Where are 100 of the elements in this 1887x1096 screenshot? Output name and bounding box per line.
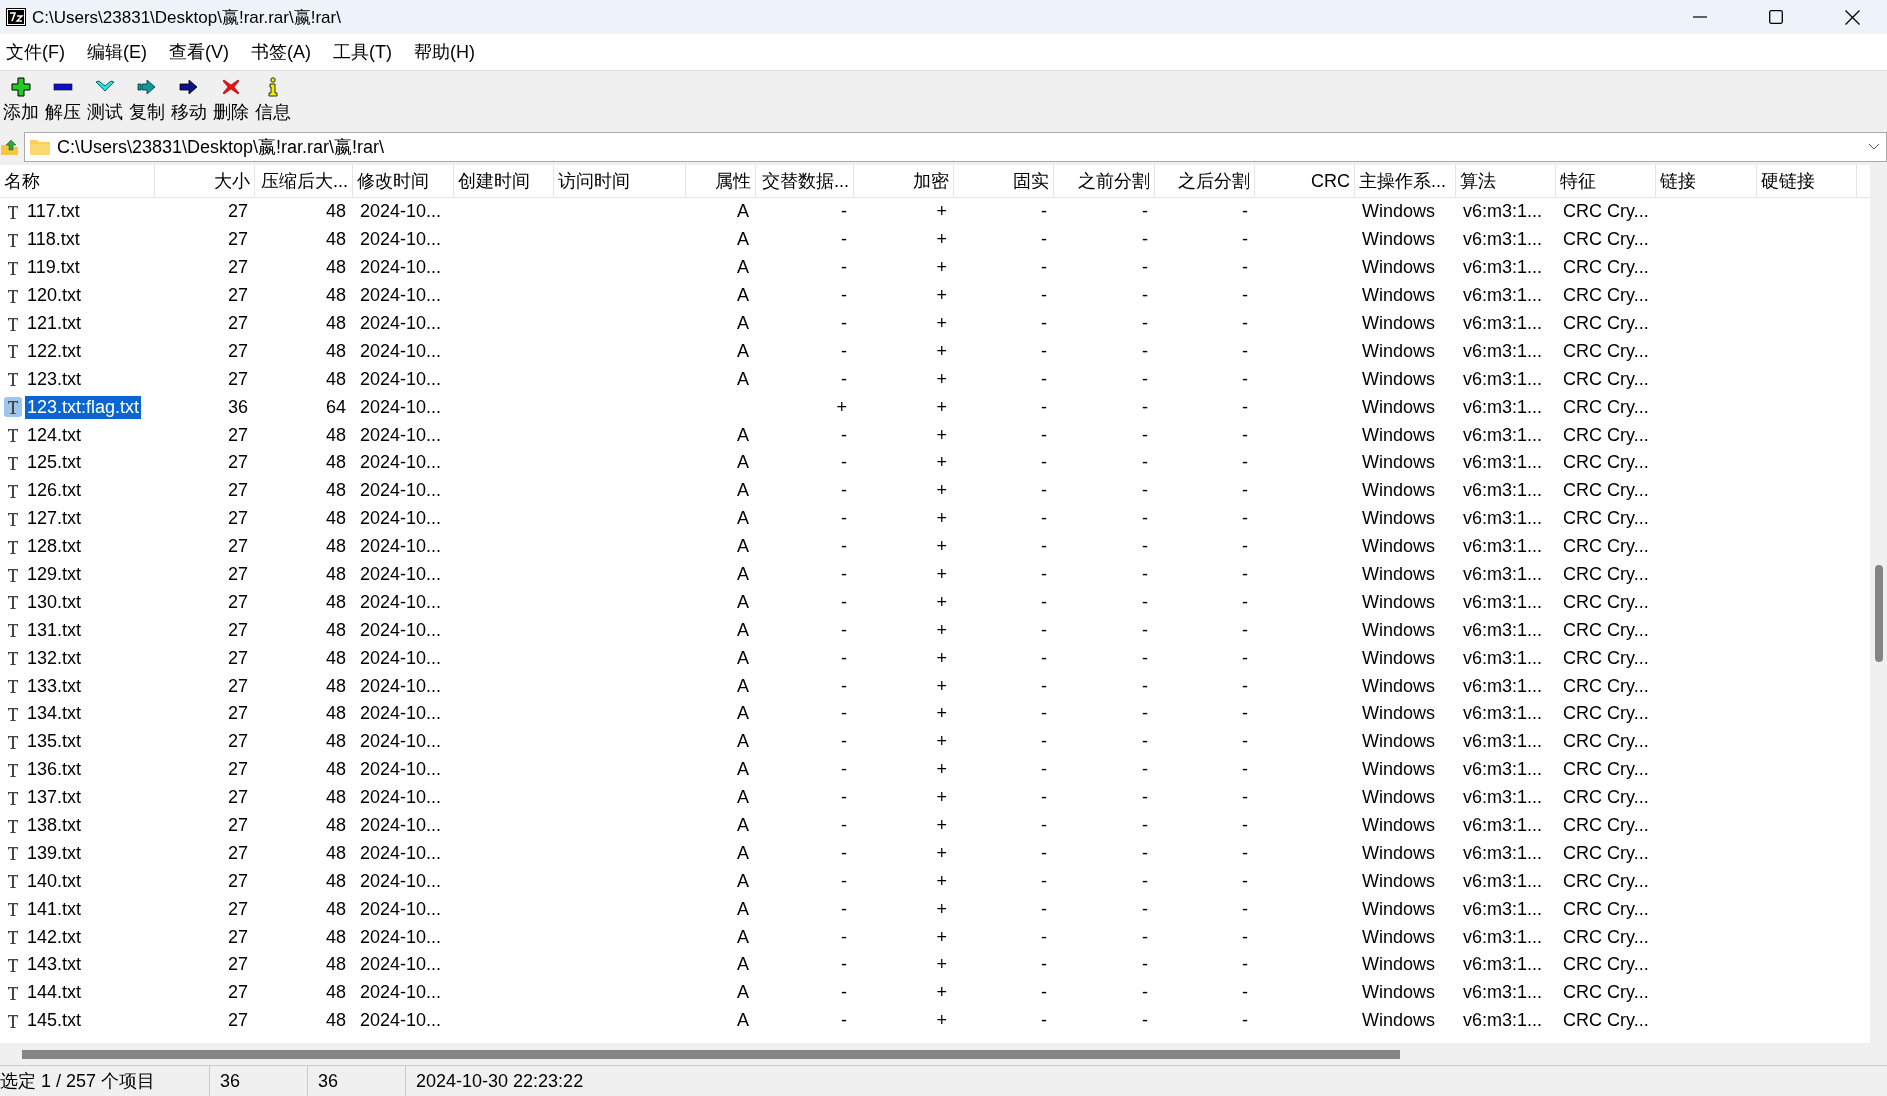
file-name[interactable]: 135.txt — [25, 730, 84, 754]
folder-icon — [29, 138, 51, 156]
file-name[interactable]: 132.txt — [25, 646, 84, 670]
file-name[interactable]: 131.txt — [25, 618, 84, 642]
file-name[interactable]: 123.txt:flag.txt — [25, 395, 142, 419]
toolbar-button[interactable]: 移动 — [171, 100, 207, 124]
file-name[interactable]: 134.txt — [25, 702, 84, 726]
file-name[interactable]: 129.txt — [25, 563, 84, 586]
file-name[interactable]: 144.txt — [25, 981, 84, 1005]
file-name[interactable]: 145.txt — [25, 1009, 84, 1033]
menu-item[interactable]: 查看(V) — [163, 40, 245, 64]
column-header[interactable]: 属性 — [686, 165, 756, 197]
file-name[interactable]: 128.txt — [25, 535, 84, 559]
toolbar-button[interactable]: 复制 — [129, 100, 165, 124]
scrollbar-thumb[interactable] — [1875, 565, 1883, 662]
file-name[interactable]: 120.txt — [25, 284, 84, 308]
table-cell: A — [737, 954, 749, 975]
table-cell: 48 — [325, 842, 346, 863]
file-name[interactable]: 123.txt — [25, 367, 84, 391]
table-cell: + — [936, 201, 947, 222]
table-cell: - — [1041, 285, 1047, 306]
table-cell: - — [1142, 898, 1148, 919]
menu-item[interactable]: 书签(A) — [245, 40, 327, 64]
toolbar-button[interactable]: 删除 — [213, 100, 249, 124]
file-name[interactable]: 141.txt — [25, 897, 84, 921]
menu-item[interactable]: 编辑(E) — [81, 40, 163, 64]
arrow-right-icon[interactable] — [137, 77, 157, 97]
file-name[interactable]: 137.txt — [25, 786, 84, 810]
column-header[interactable]: 大小 — [155, 165, 255, 197]
file-name[interactable]: 125.txt — [25, 451, 84, 475]
toolbar-button[interactable]: 添加 — [3, 100, 39, 124]
table-cell: Windows — [1362, 870, 1436, 891]
table-cell: v6:m3:1... — [1463, 201, 1543, 222]
column-header[interactable]: 特征 — [1556, 165, 1656, 197]
column-header[interactable]: 主操作系... — [1355, 165, 1456, 197]
maximize-icon[interactable] — [1769, 10, 1783, 24]
table-cell: Windows — [1362, 898, 1436, 919]
arrow-right-icon[interactable] — [179, 77, 199, 97]
file-name[interactable]: 127.txt — [25, 507, 84, 531]
column-header[interactable]: 交替数据... — [756, 165, 854, 197]
address-field[interactable]: C:\Users\23831\Desktop\嬴!rar.rar\嬴!rar\ — [24, 132, 1887, 162]
dropdown-caret-icon[interactable] — [1868, 143, 1880, 151]
table-cell: - — [1142, 787, 1148, 808]
file-name[interactable]: 130.txt — [25, 590, 84, 614]
table-cell: - — [1142, 703, 1148, 724]
column-header[interactable]: 之前分割 — [1054, 165, 1155, 197]
file-name[interactable]: 119.txt — [25, 256, 82, 280]
file-name[interactable]: 139.txt — [25, 841, 84, 865]
file-name[interactable]: 133.txt — [25, 674, 84, 698]
table-cell: - — [1242, 424, 1248, 445]
file-name[interactable]: 124.txt — [25, 423, 84, 447]
column-header[interactable]: 访问时间 — [554, 165, 686, 197]
table-cell: - — [1142, 564, 1148, 584]
column-header[interactable]: 名称 — [0, 165, 155, 197]
file-name[interactable]: 126.txt — [25, 479, 84, 503]
table-cell: - — [1242, 787, 1248, 808]
file-name[interactable]: 143.txt — [25, 953, 84, 977]
table-cell: - — [1242, 898, 1248, 919]
column-header[interactable]: 硬链接 — [1757, 165, 1857, 197]
table-cell: 2024-10... — [360, 815, 442, 836]
column-header[interactable]: 链接 — [1656, 165, 1757, 197]
file-name[interactable]: 142.txt — [25, 925, 84, 949]
column-header[interactable]: 之后分割 — [1155, 165, 1255, 197]
file-name[interactable]: 118.txt — [25, 228, 82, 252]
close-icon[interactable] — [1844, 9, 1860, 25]
menu-item[interactable]: 文件(F) — [0, 40, 81, 64]
file-name[interactable]: 121.txt — [25, 312, 84, 335]
x-mark-icon[interactable] — [221, 77, 241, 97]
table-cell: - — [1041, 815, 1047, 836]
table-cell: - — [1242, 201, 1248, 222]
column-header[interactable]: 压缩后大... — [255, 165, 353, 197]
toolbar-button[interactable]: 信息 — [255, 100, 291, 124]
column-header[interactable]: 固实 — [954, 165, 1054, 197]
scrollbar-thumb[interactable] — [22, 1049, 1400, 1059]
column-header[interactable]: CRC — [1255, 165, 1355, 197]
table-cell: 2024-10... — [360, 340, 442, 361]
table-cell: - — [1041, 313, 1047, 333]
column-header[interactable]: 加密 — [854, 165, 954, 197]
folder-up-icon[interactable] — [0, 137, 20, 157]
column-header[interactable]: 创建时间 — [454, 165, 554, 197]
table-cell: 48 — [325, 536, 346, 557]
table-cell: 2024-10... — [360, 396, 442, 417]
column-header[interactable]: 修改时间 — [353, 165, 454, 197]
file-name[interactable]: 136.txt — [25, 758, 84, 782]
menu-item[interactable]: 工具(T) — [327, 40, 408, 64]
menu-item[interactable]: 帮助(H) — [407, 40, 491, 64]
text-file-icon — [4, 397, 22, 418]
table-cell: CRC Cry... — [1563, 815, 1649, 836]
table-cell: A — [737, 675, 749, 696]
file-name[interactable]: 140.txt — [25, 869, 84, 893]
plus-icon[interactable] — [11, 77, 31, 97]
toolbar-button[interactable]: 测试 — [87, 100, 123, 124]
column-header[interactable]: 算法 — [1456, 165, 1556, 197]
file-name[interactable]: 122.txt — [25, 339, 84, 363]
toolbar-button[interactable]: 解压 — [45, 100, 81, 124]
table-cell: - — [1041, 982, 1047, 1003]
file-name[interactable]: 117.txt — [25, 200, 82, 224]
file-name[interactable]: 138.txt — [25, 814, 84, 838]
table-cell: 27 — [227, 508, 248, 529]
table-cell: + — [936, 842, 947, 863]
